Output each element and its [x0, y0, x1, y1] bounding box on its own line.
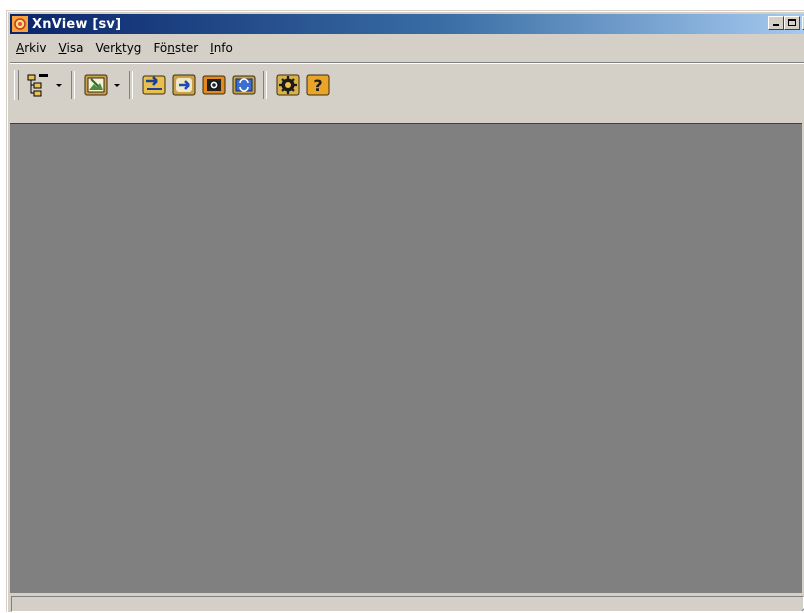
status-panel [11, 596, 804, 612]
tree-view-button[interactable] [25, 72, 51, 98]
browse-icon [84, 74, 108, 96]
toolbar-grip[interactable] [14, 70, 19, 100]
dropdown-arrow-icon [56, 83, 62, 87]
browse-button[interactable] [83, 72, 109, 98]
capture-icon [202, 75, 226, 95]
tree-icon [27, 74, 48, 97]
menu-fonster-mnemonic: n [167, 41, 175, 55]
menu-arkiv[interactable]: Arkiv [16, 41, 47, 55]
import-button[interactable] [141, 72, 167, 98]
menu-verktyg-pre: Ver [95, 41, 116, 55]
workspace-area[interactable] [10, 123, 802, 593]
menu-arkiv-rest: rkiv [24, 41, 47, 55]
menu-visa[interactable]: Visa [59, 41, 84, 55]
toolbar-separator [71, 71, 75, 99]
menu-fonster-pre: Fö [153, 41, 168, 55]
menu-fonster-post: ster [174, 41, 199, 55]
help-button[interactable]: ? [305, 72, 331, 98]
menu-visa-rest: isa [66, 41, 84, 55]
settings-icon [276, 74, 300, 96]
toolbar-divider [10, 62, 804, 64]
toolbar-separator [129, 71, 133, 99]
svg-text:?: ? [313, 76, 322, 95]
resize-grip-icon[interactable] [800, 599, 804, 613]
menu-info-rest: nfo [213, 41, 233, 55]
window-controls: × [768, 16, 804, 30]
toolbar: ? [10, 65, 804, 105]
refresh-icon [232, 75, 256, 95]
minimize-button[interactable] [768, 16, 784, 30]
app-window: XnView [sv] × Arkiv Visa Verktyg Fönster… [6, 10, 804, 613]
xnview-app-icon[interactable] [12, 16, 28, 32]
menu-bar: Arkiv Visa Verktyg Fönster Info [10, 37, 804, 59]
maximize-icon [788, 19, 796, 26]
menu-info[interactable]: Info [210, 41, 233, 55]
menu-verktyg-post: tyg [122, 41, 142, 55]
menu-verktyg-mnemonic: k [115, 41, 122, 55]
menu-visa-mnemonic: V [58, 41, 67, 55]
capture-button[interactable] [201, 72, 227, 98]
toolbar-separator [263, 71, 267, 99]
import-icon [142, 75, 166, 95]
minimize-icon [773, 24, 779, 26]
menu-verktyg[interactable]: Verktyg [95, 41, 141, 55]
status-bar [10, 595, 804, 613]
help-icon: ? [306, 74, 330, 96]
title-bar[interactable]: XnView [sv] × [10, 14, 804, 34]
menu-fonster[interactable]: Fönster [153, 41, 198, 55]
convert-button[interactable] [171, 72, 197, 98]
refresh-button[interactable] [231, 72, 257, 98]
dropdown-arrow-icon [114, 83, 120, 87]
window-title: XnView [sv] [32, 16, 122, 32]
convert-icon [172, 74, 196, 96]
maximize-button[interactable] [784, 16, 800, 30]
settings-button[interactable] [275, 72, 301, 98]
menu-arkiv-mnemonic: A [16, 41, 25, 55]
tree-view-dropdown[interactable] [55, 72, 63, 98]
browse-dropdown[interactable] [113, 72, 121, 98]
